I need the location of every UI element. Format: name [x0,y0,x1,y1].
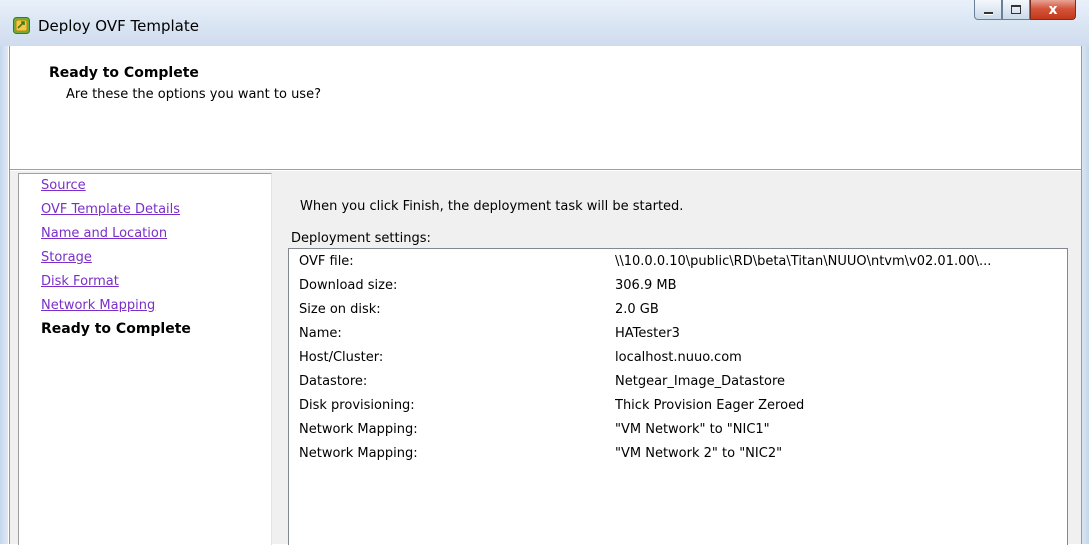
settings-row: OVF file: \\10.0.0.10\public\RD\beta\Tit… [289,251,1067,275]
maximize-icon [1011,5,1021,14]
settings-row: Datastore: Netgear_Image_Datastore [289,371,1067,395]
settings-row: Download size: 306.9 MB [289,275,1067,299]
nav-step-ready-to-complete: Ready to Complete [41,321,191,337]
nav-step-disk-format[interactable]: Disk Format [41,274,119,290]
settings-key: Network Mapping: [299,422,418,437]
settings-value: HATester3 [615,326,680,341]
settings-value: 2.0 GB [615,302,659,317]
close-button[interactable]: x [1030,0,1076,20]
wizard-header: Ready to Complete Are these the options … [10,46,1081,169]
settings-value: "VM Network 2" to "NIC2" [615,446,783,461]
settings-key: Name: [299,326,342,341]
settings-value: Netgear_Image_Datastore [615,374,786,389]
settings-key: Network Mapping: [299,446,418,461]
page-subtitle: Are these the options you want to use? [66,87,321,102]
caption-buttons: x [974,0,1076,21]
nav-step-network-mapping[interactable]: Network Mapping [41,298,155,314]
close-icon: x [1048,1,1058,18]
wizard-body: Source OVF Template Details Name and Loc… [10,171,1081,545]
settings-row: Host/Cluster: localhost.nuuo.com [289,347,1067,371]
window-title: Deploy OVF Template [38,17,199,35]
settings-key: Disk provisioning: [299,398,415,413]
settings-key: Size on disk: [299,302,381,317]
finish-instructions: When you click Finish, the deployment ta… [300,199,684,214]
settings-value: "VM Network" to "NIC1" [615,422,770,437]
nav-step-storage[interactable]: Storage [41,250,92,266]
title-bar[interactable]: Deploy OVF Template x [0,0,1089,46]
ovf-template-icon [13,17,30,34]
maximize-button[interactable] [1002,0,1030,20]
settings-row: Disk provisioning: Thick Provision Eager… [289,395,1067,419]
nav-step-source[interactable]: Source [41,178,86,194]
settings-key: OVF file: [299,254,354,269]
settings-row: Size on disk: 2.0 GB [289,299,1067,323]
settings-key: Datastore: [299,374,368,389]
settings-value: 306.9 MB [615,278,677,293]
settings-key: Download size: [299,278,398,293]
settings-row: Name: HATester3 [289,323,1067,347]
deployment-settings-list[interactable]: OVF file: \\10.0.0.10\public\RD\beta\Tit… [288,248,1068,545]
page-title: Ready to Complete [49,65,199,81]
settings-row: Network Mapping: "VM Network 2" to "NIC2… [289,443,1067,467]
window-left-border [0,0,8,544]
minimize-button[interactable] [974,0,1002,20]
minimize-icon [983,12,993,14]
settings-row: Network Mapping: "VM Network" to "NIC1" [289,419,1067,443]
nav-step-name-and-location[interactable]: Name and Location [41,226,167,242]
settings-value: Thick Provision Eager Zeroed [615,398,805,413]
wizard-client-area: Ready to Complete Are these the options … [9,46,1082,545]
settings-key: Host/Cluster: [299,350,384,365]
settings-value: \\10.0.0.10\public\RD\beta\Titan\NUUO\nt… [615,254,992,269]
wizard-steps-nav: Source OVF Template Details Name and Loc… [18,173,272,545]
settings-value: localhost.nuuo.com [615,350,742,365]
nav-step-ovf-template-details[interactable]: OVF Template Details [41,202,180,218]
deployment-settings-label: Deployment settings: [291,231,431,246]
